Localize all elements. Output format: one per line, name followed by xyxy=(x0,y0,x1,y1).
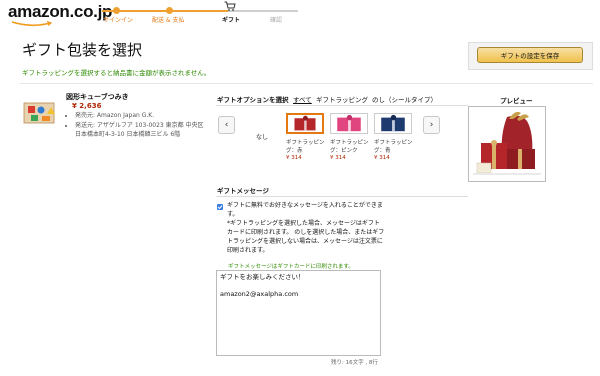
gift-message-description: ギフトに無料でお好きなメッセージを入れることができます。 *ギフトラッピングを選… xyxy=(227,201,385,255)
gift-option-blue-price: ¥ 314 xyxy=(374,155,390,161)
product-name[interactable]: 図形キューブつみき xyxy=(66,92,129,102)
tab-noshi-sticker[interactable]: のし（シールタイプ） xyxy=(372,94,437,104)
carousel-next-button[interactable]: › xyxy=(423,116,440,134)
page-subtitle: ギフトラッピングを選択すると納品書に金額が表示されません。 xyxy=(22,69,211,77)
step-signin: サインイン xyxy=(103,17,134,24)
gift-option-pink-price: ¥ 314 xyxy=(330,155,346,161)
step-confirm: 確認 xyxy=(270,17,283,24)
gift-message-divider xyxy=(216,196,468,197)
gift-message-char-count: 残り: 16文字 , 8行 xyxy=(331,360,378,366)
gift-message-checkbox-label: ギフトに無料でお好きなメッセージを入れることができます。 xyxy=(227,202,383,218)
gift-wrap-pink-thumbnail xyxy=(330,113,368,134)
checkmark-icon xyxy=(217,205,223,210)
gift-options-divider xyxy=(216,105,468,106)
gift-message-checkbox[interactable] xyxy=(217,204,223,210)
step-gift: ギフト xyxy=(222,17,241,24)
step-shipping-payment: 配送 & 支払 xyxy=(152,17,185,24)
header-divider xyxy=(20,83,593,84)
cart-icon xyxy=(224,1,236,11)
chevron-left-icon: ‹ xyxy=(224,120,229,130)
step-dot-shipping xyxy=(166,7,173,14)
amazon-smile-icon xyxy=(11,21,53,27)
page-title: ギフト包装を選択 xyxy=(22,41,143,59)
chevron-right-icon: › xyxy=(429,120,434,130)
save-gift-settings-button[interactable]: ギフトの設定を保存 xyxy=(477,47,583,63)
gift-option-pink-name: ギフトラッピング：ピンク xyxy=(330,140,369,154)
option-none[interactable]: なし xyxy=(256,132,268,141)
gift-message-title: ギフトメッセージ xyxy=(217,187,269,195)
product-ship-from: 発送元: アザゲルフア 103-0023 東京都 中央区日本橋本町4-3-10 … xyxy=(75,121,208,140)
amazon-logo[interactable]: amazon.co.jp xyxy=(8,2,112,22)
gift-option-red-price: ¥ 314 xyxy=(286,155,302,161)
gift-wrap-red-thumbnail xyxy=(286,113,324,134)
product-price: ¥ 2,636 xyxy=(72,102,102,110)
gift-preview-image xyxy=(469,107,545,181)
preview-title: プレビュー xyxy=(500,97,533,105)
product-seller: 発売元: Amazon Japan G.K. xyxy=(75,111,208,121)
gift-preview xyxy=(468,106,546,182)
product-details: 発売元: Amazon Japan G.K. 発送元: アザゲルフア 103-0… xyxy=(66,111,208,140)
gift-wrap-blue-thumbnail xyxy=(374,113,412,134)
gift-option-blue[interactable]: ギフトラッピング：青 ¥ 314 xyxy=(374,113,414,161)
tab-gift-wrapping[interactable]: ギフトラッピング xyxy=(316,94,368,104)
carousel-prev-button[interactable]: ‹ xyxy=(218,116,235,134)
gift-message-notice: *ギフトラッピングを選択した場合、メッセージはギフトカードに印刷されます。 のし… xyxy=(227,220,385,254)
step-dot-signin xyxy=(113,7,120,14)
product-image xyxy=(23,102,55,124)
gift-message-print-note: ギフトメッセージはギフトカードに印刷されます。 xyxy=(228,264,354,270)
progress-completed xyxy=(102,10,228,12)
progress-remaining xyxy=(228,10,298,12)
gift-option-red[interactable]: ギフトラッピング：赤 ¥ 314 xyxy=(286,113,326,161)
gift-message-textarea[interactable]: ギフトをお楽しみください！ amazon2@axalpha.com xyxy=(216,270,381,356)
gift-option-label: ギフトオプションを選択 xyxy=(217,96,289,104)
tab-all[interactable]: すべて xyxy=(293,94,312,104)
gift-option-red-name: ギフトラッピング：赤 xyxy=(286,140,325,154)
gift-option-pink[interactable]: ギフトラッピング：ピンク ¥ 314 xyxy=(330,113,370,161)
gift-option-blue-name: ギフトラッピング：青 xyxy=(374,140,413,154)
